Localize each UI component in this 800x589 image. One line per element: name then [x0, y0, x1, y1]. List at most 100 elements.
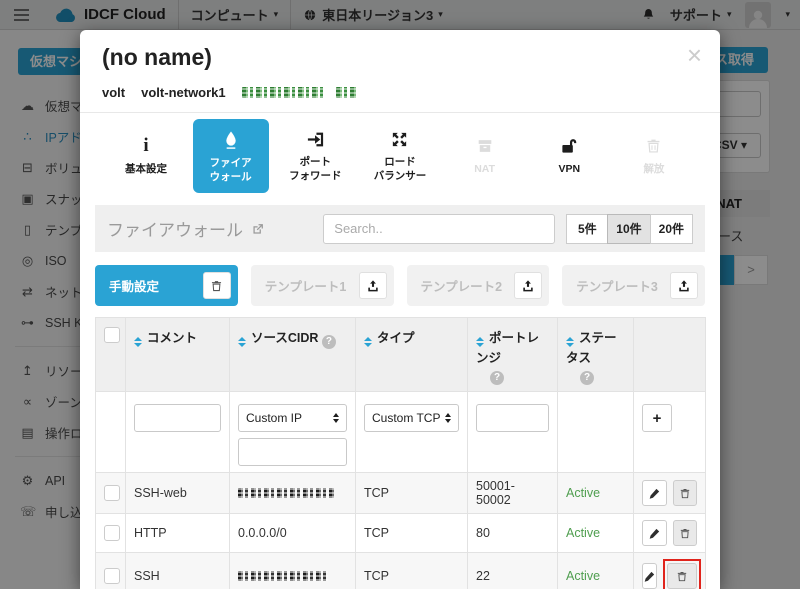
- network-name: volt-network1: [141, 85, 226, 100]
- source-cidr-select[interactable]: Custom IP: [238, 404, 347, 432]
- type-select[interactable]: Custom TCP: [364, 404, 459, 432]
- new-comment-input[interactable]: [134, 404, 221, 432]
- add-rule-button[interactable]: +: [642, 404, 672, 432]
- tab-label: 基本設定: [125, 163, 167, 176]
- search-input[interactable]: [323, 214, 555, 244]
- edit-rule-button[interactable]: [642, 480, 667, 506]
- tab-vpn[interactable]: VPN: [531, 136, 607, 176]
- close-icon[interactable]: ×: [687, 42, 702, 68]
- manual-setting-button[interactable]: 手動設定: [95, 265, 238, 306]
- tab-label: ロード バランサー: [374, 156, 427, 182]
- row-checkbox[interactable]: [104, 525, 120, 541]
- external-link-icon[interactable]: [251, 222, 265, 236]
- firewall-toolbar: ファイアウォール 5件 10件 20件: [95, 205, 705, 252]
- tab-nat: NAT: [447, 136, 523, 176]
- redacted-ip-range: [242, 87, 326, 98]
- template2-button[interactable]: テンプレート2: [407, 265, 550, 306]
- rule-type: TCP: [356, 553, 468, 589]
- template2-label: テンプレート2: [421, 276, 503, 295]
- header-label: ポートレンジ: [476, 331, 539, 365]
- info-icon: i: [143, 136, 148, 156]
- rule-type: TCP: [356, 514, 468, 553]
- edit-rule-button[interactable]: [642, 520, 667, 546]
- header-label: ソースCIDR: [251, 331, 318, 345]
- help-icon[interactable]: ?: [580, 371, 594, 385]
- row-checkbox[interactable]: [104, 568, 120, 584]
- sort-icon[interactable]: [134, 337, 142, 347]
- port-range-input[interactable]: [476, 404, 549, 432]
- select-stepper-icon: [333, 413, 339, 423]
- template2-upload-button[interactable]: [514, 272, 542, 299]
- tab-label: ポート フォワード: [289, 156, 342, 182]
- delete-rules-button[interactable]: [203, 272, 231, 299]
- template1-upload-button[interactable]: [359, 272, 387, 299]
- tab-port-forward[interactable]: ポート フォワード: [277, 129, 353, 182]
- flame-icon: [222, 130, 240, 150]
- rule-port: 50001-50002: [468, 473, 558, 514]
- new-rule-input-row: Custom IP Custom TCP +: [96, 392, 706, 473]
- select-value: Custom TCP: [372, 411, 440, 425]
- header-port-range[interactable]: ポートレンジ?: [468, 318, 558, 392]
- page-size-group: 5件 10件 20件: [567, 214, 693, 244]
- header-comment[interactable]: コメント: [126, 318, 230, 392]
- page-size-5-button[interactable]: 5件: [566, 214, 608, 244]
- page-size-20-button[interactable]: 20件: [650, 214, 693, 244]
- help-icon[interactable]: ?: [490, 371, 504, 385]
- select-all-checkbox[interactable]: [104, 327, 120, 343]
- tab-release: 解放: [616, 136, 692, 176]
- modal-title: (no name): [102, 44, 698, 71]
- rule-comment: SSH-web: [126, 473, 230, 514]
- select-stepper-icon: [445, 413, 451, 423]
- modal-tabs: i 基本設定 ファイア ウォール ポート フォワード ロード バランサー N: [80, 113, 720, 199]
- help-icon[interactable]: ?: [322, 335, 336, 349]
- sign-in-icon: [306, 129, 325, 149]
- rule-mode-buttons: 手動設定 テンプレート1 テンプレート2 テンプレート3: [95, 265, 705, 306]
- sort-icon[interactable]: [566, 337, 574, 347]
- sort-icon[interactable]: [476, 337, 484, 347]
- template3-upload-button[interactable]: [670, 272, 698, 299]
- delete-rule-button-highlighted[interactable]: [667, 563, 697, 589]
- select-value: Custom IP: [246, 411, 302, 425]
- tab-load-balancer[interactable]: ロード バランサー: [362, 129, 438, 182]
- edit-rule-button[interactable]: [642, 563, 657, 589]
- sort-icon[interactable]: [238, 337, 246, 347]
- sort-icon[interactable]: [364, 337, 372, 347]
- click-target-highlight: [663, 559, 701, 589]
- row-checkbox[interactable]: [104, 485, 120, 501]
- template3-label: テンプレート3: [576, 276, 658, 295]
- header-type[interactable]: タイプ: [356, 318, 468, 392]
- tab-label: 解放: [643, 163, 664, 176]
- trash-icon: [645, 136, 662, 156]
- template1-label: テンプレート1: [265, 276, 347, 295]
- rule-cidr: 0.0.0.0/0: [230, 514, 356, 553]
- select-all-cell: [96, 318, 126, 392]
- header-source-cidr[interactable]: ソースCIDR ?: [230, 318, 356, 392]
- template1-button[interactable]: テンプレート1: [251, 265, 394, 306]
- delete-rule-button[interactable]: [673, 520, 698, 546]
- rule-cidr: [230, 553, 356, 589]
- tab-label: VPN: [558, 163, 580, 176]
- firewall-rules-table: コメント ソースCIDR ? タイプ ポートレンジ? ステータス? Custom…: [95, 317, 706, 589]
- status-badge: Active: [558, 514, 634, 553]
- rule-port: 80: [468, 514, 558, 553]
- header-actions: [634, 318, 706, 392]
- tab-firewall[interactable]: ファイア ウォール: [193, 119, 269, 192]
- header-status[interactable]: ステータス?: [558, 318, 634, 392]
- custom-ip-input[interactable]: [238, 438, 347, 466]
- delete-rule-button[interactable]: [673, 480, 698, 506]
- header-label: コメント: [147, 331, 197, 345]
- status-badge: Active: [558, 473, 634, 514]
- zone-name: volt: [102, 85, 125, 100]
- redacted-cidr: [238, 571, 328, 581]
- page-size-10-button[interactable]: 10件: [607, 214, 650, 244]
- network-detail-modal: (no name) × volt volt-network1 i 基本設定 ファ…: [80, 30, 720, 589]
- rule-row-ssh: SSH TCP 22 Active: [96, 553, 706, 589]
- firewall-section-title: ファイアウォール: [107, 216, 243, 241]
- rule-type: TCP: [356, 473, 468, 514]
- rule-comment: HTTP: [126, 514, 230, 553]
- rule-row-ssh-web: SSH-web TCP 50001-50002 Active: [96, 473, 706, 514]
- tab-label: ファイア ウォール: [210, 157, 252, 183]
- tab-basic-settings[interactable]: i 基本設定: [108, 136, 184, 176]
- rule-row-http: HTTP 0.0.0.0/0 TCP 80 Active: [96, 514, 706, 553]
- template3-button[interactable]: テンプレート3: [562, 265, 705, 306]
